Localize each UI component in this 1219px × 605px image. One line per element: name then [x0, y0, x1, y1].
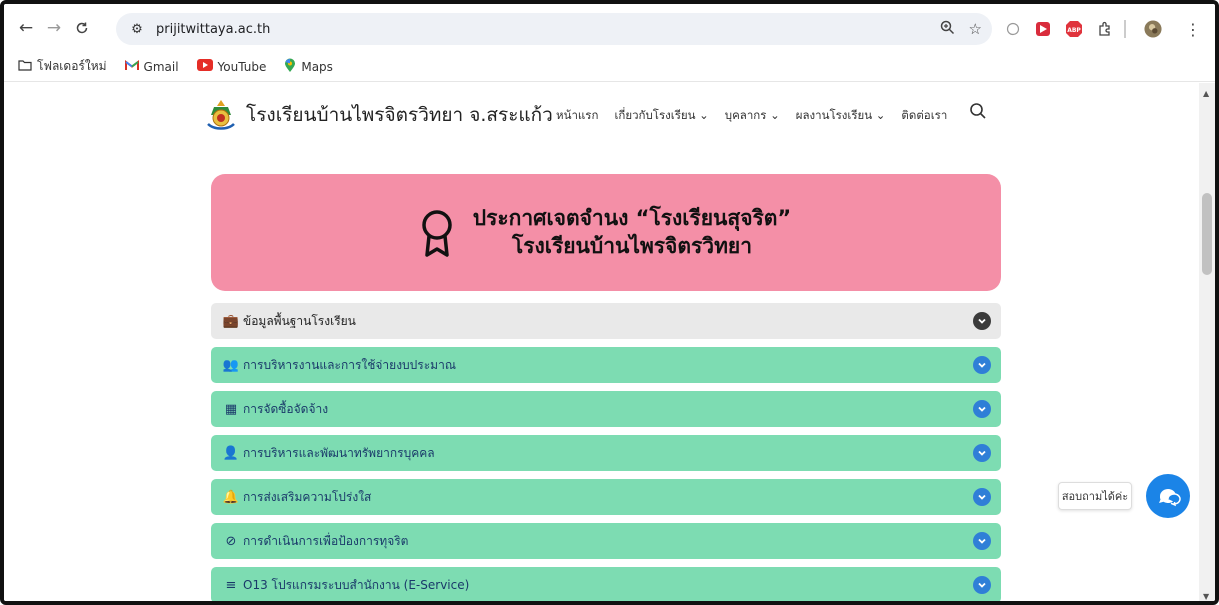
zoom-icon[interactable]	[940, 20, 955, 39]
bookmark-label: Gmail	[143, 59, 179, 74]
accordion-label: O13 โปรแกรมระบบสำนักงาน (E-Service)	[243, 577, 470, 592]
banner-line2: โรงเรียนบ้านไพรจิตรวิทยา	[511, 234, 753, 258]
bell-icon: 🔔	[222, 489, 240, 505]
chevron-down-icon[interactable]	[973, 532, 991, 550]
list-icon: ≡	[225, 577, 237, 593]
chevron-down-icon[interactable]	[973, 312, 991, 330]
accordion-item[interactable]: ⊘ การดำเนินการเพื่อป้องการทุจริต	[211, 523, 1001, 559]
forward-icon[interactable]: →	[40, 14, 68, 42]
bookmark-star-icon[interactable]: ☆	[969, 20, 982, 38]
extensions-puzzle-icon[interactable]	[1096, 20, 1114, 38]
bookmark-gmail[interactable]: Gmail	[124, 59, 179, 74]
bookmark-maps[interactable]: Maps	[284, 58, 333, 76]
users-icon: 👥	[222, 357, 240, 373]
back-icon[interactable]: ←	[12, 14, 40, 42]
accordion-label: การดำเนินการเพื่อป้องการทุจริต	[243, 533, 409, 548]
accordion-item[interactable]: 🔔 การส่งเสริมความโปร่งใส	[211, 479, 1001, 515]
chevron-down-icon[interactable]	[973, 356, 991, 374]
gmail-icon	[124, 59, 139, 74]
banner-line1: ประกาศเจตจำนง “โรงเรียนสุจริต”	[472, 206, 792, 230]
svg-text:ABP: ABP	[1067, 27, 1081, 34]
search-icon[interactable]	[969, 102, 989, 122]
user-icon: 👤	[222, 445, 240, 461]
scroll-up-arrow[interactable]: ▲	[1203, 89, 1209, 98]
maps-icon	[284, 58, 296, 76]
calculator-icon: ▦	[224, 401, 238, 417]
youtube-icon	[196, 59, 213, 74]
integrity-banner: ประกาศเจตจำนง “โรงเรียนสุจริต” โรงเรียนบ…	[211, 174, 1001, 291]
briefcase-icon: 💼	[222, 313, 240, 329]
bookmark-folder[interactable]: โฟลเดอร์ใหม่	[18, 57, 107, 76]
bookmark-label: Maps	[301, 59, 333, 74]
browser-window: ← → ⚙ prijitwittaya.ac.th ☆ ABP ⋮ โฟลเดอ…	[0, 0, 1219, 605]
bookmarks-bar: โฟลเดอร์ใหม่ Gmail YouTube Maps	[4, 52, 1215, 82]
folder-icon	[18, 59, 32, 74]
main-menu: หน้าแรก เกี่ยวกับโรงเรียน ⌄ บุคลากร ⌄ ผล…	[556, 107, 947, 125]
accordion-item[interactable]: ▦ การจัดซื้อจัดจ้าง	[211, 391, 1001, 427]
site-header: โรงเรียนบ้านไพรจิตรวิทยา จ.สระแก้ว หน้าแ…	[204, 93, 1004, 137]
accordion-label: การบริหารและพัฒนาทรัพยากรบุคคล	[243, 445, 435, 460]
chevron-down-icon[interactable]	[973, 488, 991, 506]
toolbar-divider	[1124, 20, 1126, 38]
page-viewport: โรงเรียนบ้านไพรจิตรวิทยา จ.สระแก้ว หน้าแ…	[4, 83, 1207, 601]
site-info-icon[interactable]: ⚙	[124, 18, 150, 40]
menu-kebab-icon[interactable]: ⋮	[1184, 20, 1202, 39]
profile-avatar[interactable]	[1144, 20, 1162, 38]
scroll-down-arrow[interactable]: ▼	[1203, 592, 1209, 601]
accordion-item[interactable]: 👥 การบริหารงานและการใช้จ่ายงบประมาณ	[211, 347, 1001, 383]
adblock-icon[interactable]: ABP	[1065, 20, 1083, 38]
chevron-down-icon[interactable]	[973, 576, 991, 594]
accordion-item[interactable]: 👤 การบริหารและพัฒนาทรัพยากรบุคคล	[211, 435, 1001, 471]
menu-works[interactable]: ผลงานโรงเรียน ⌄	[796, 107, 886, 125]
bookmark-label: โฟลเดอร์ใหม่	[37, 59, 107, 73]
menu-about[interactable]: เกี่ยวกับโรงเรียน ⌄	[614, 107, 708, 125]
chat-bubble-button[interactable]	[1146, 474, 1190, 518]
chat-prompt-label[interactable]: สอบถามได้ค่ะ	[1058, 482, 1132, 510]
accordion-item[interactable]: 💼 ข้อมูลพื้นฐานโรงเรียน	[211, 303, 1001, 339]
scroll-thumb[interactable]	[1202, 193, 1212, 275]
menu-contact[interactable]: ติดต่อเรา	[901, 107, 947, 125]
accordion-label: การส่งเสริมความโปร่งใส	[243, 489, 372, 504]
bookmark-youtube[interactable]: YouTube	[196, 59, 267, 74]
video-extension-icon[interactable]	[1034, 20, 1052, 38]
accordion-list: 💼 ข้อมูลพื้นฐานโรงเรียน 👥 การบริหารงานและกา…	[211, 303, 1001, 601]
accordion-label: การบริหารงานและการใช้จ่ายงบประมาณ	[243, 357, 456, 372]
menu-staff[interactable]: บุคลากร ⌄	[725, 107, 780, 125]
url-text: prijitwittaya.ac.th	[156, 21, 271, 37]
accordion-item[interactable]: ≡ O13 โปรแกรมระบบสำนักงาน (E-Service)	[211, 567, 1001, 601]
extension-icon[interactable]	[1004, 20, 1022, 38]
accordion-label: การจัดซื้อจัดจ้าง	[243, 401, 329, 416]
browser-toolbar: ← → ⚙ prijitwittaya.ac.th ☆ ABP ⋮	[4, 4, 1215, 52]
banner-heading: ประกาศเจตจำนง “โรงเรียนสุจริต” โรงเรียนบ…	[467, 204, 797, 260]
ban-icon: ⊘	[225, 533, 237, 549]
award-ribbon-icon	[419, 209, 455, 259]
page-scrollbar[interactable]: ▲ ▼	[1199, 83, 1215, 601]
accordion-label: ข้อมูลพื้นฐานโรงเรียน	[243, 313, 356, 328]
chevron-down-icon[interactable]	[973, 444, 991, 462]
menu-home[interactable]: หน้าแรก	[556, 107, 598, 125]
site-title[interactable]: โรงเรียนบ้านไพรจิตรวิทยา จ.สระแก้ว	[246, 100, 553, 130]
reload-icon[interactable]	[68, 14, 96, 42]
chevron-down-icon[interactable]	[973, 400, 991, 418]
bookmark-label: YouTube	[217, 59, 267, 74]
address-bar[interactable]: ⚙ prijitwittaya.ac.th ☆	[116, 13, 992, 45]
chat-icon	[1159, 489, 1181, 507]
school-logo-icon[interactable]	[204, 98, 238, 132]
